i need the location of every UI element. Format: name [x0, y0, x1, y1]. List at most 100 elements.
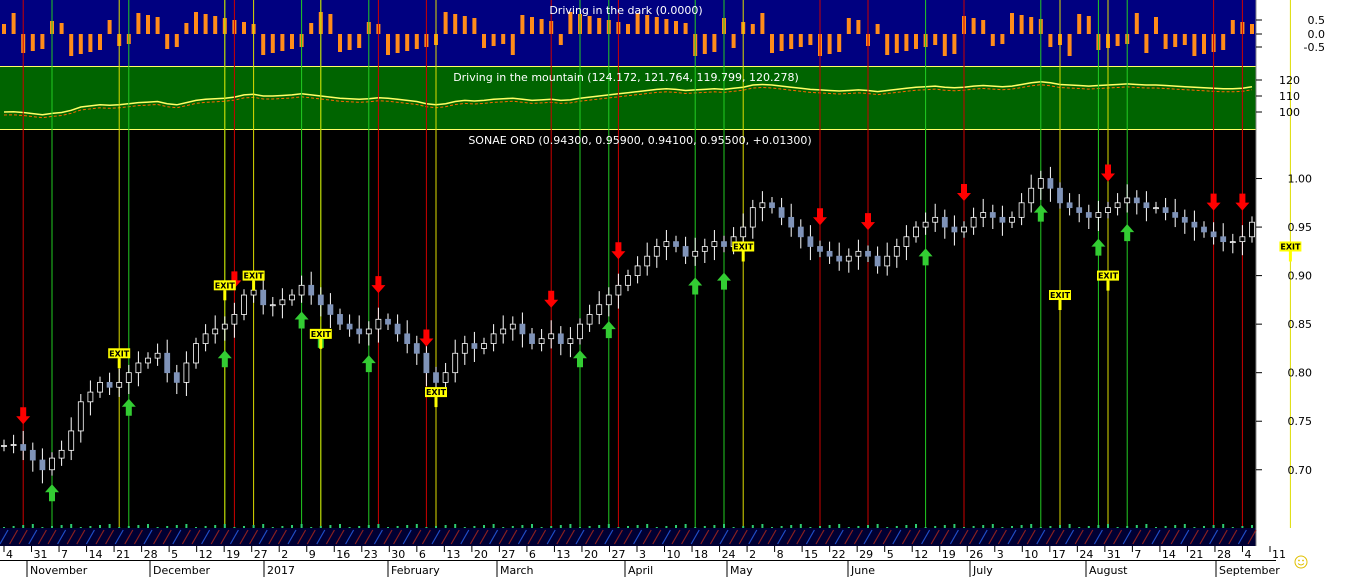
volume-bar [492, 524, 495, 528]
volume-bar [1116, 527, 1119, 528]
top-bar [347, 34, 352, 50]
exit-stem [434, 397, 438, 408]
top-bar [357, 34, 362, 48]
y-tick-label: 0.70 [1288, 464, 1313, 477]
y-tick-label: 120 [1279, 74, 1300, 87]
top-bar [174, 34, 179, 47]
candle-body [1028, 187, 1035, 204]
x-tick-label: 3 [639, 548, 646, 561]
candle-body [221, 323, 228, 330]
x-tick-label: 2 [749, 548, 756, 561]
volume-bar [607, 524, 610, 528]
volume-bar [300, 524, 303, 528]
top-bar [1029, 17, 1034, 34]
candle-body [634, 265, 641, 277]
top-bar [875, 24, 880, 34]
y-tick-label: 1.00 [1288, 173, 1313, 186]
candle-body [596, 304, 603, 315]
volume-bar [895, 526, 898, 528]
candle-body [97, 381, 103, 393]
top-bar [203, 14, 208, 34]
top-bar [1067, 34, 1072, 56]
x-tick-label: 10 [667, 548, 681, 561]
candle-body [509, 323, 516, 330]
volume-bar [799, 524, 802, 528]
volume-bar [943, 525, 946, 528]
volume-bar [982, 525, 985, 528]
candle-body [922, 221, 929, 228]
top-bar [2, 24, 6, 34]
x-tick-label: 31 [34, 548, 48, 561]
x-tick-label: 21 [1189, 548, 1203, 561]
volume-bar [262, 524, 265, 528]
candle-body [557, 333, 564, 344]
candle-body [797, 226, 804, 238]
exit-stem [319, 338, 323, 349]
candle-body [1095, 212, 1102, 218]
volume-bar [1222, 524, 1225, 528]
top-bar [1202, 34, 1206, 54]
candle-body [116, 381, 123, 388]
top-bar [405, 34, 410, 51]
top-bar [645, 15, 650, 34]
candle-body [49, 457, 55, 471]
volume-bar [934, 526, 937, 528]
volume-bar [1126, 526, 1129, 528]
volume-bar [310, 527, 313, 528]
candle-body [500, 328, 507, 335]
candle-body [442, 372, 449, 383]
candle-body [375, 318, 382, 330]
volume-bar [319, 526, 322, 528]
volume-bar [358, 526, 361, 528]
candle-body [519, 323, 526, 335]
month-label: March [500, 564, 534, 577]
y-axis-area [1256, 0, 1352, 528]
x-tick-label: 9 [309, 548, 316, 561]
candle-body [941, 216, 948, 228]
volume-bar [1068, 524, 1071, 528]
candle-body [817, 246, 823, 252]
candle-body [701, 246, 708, 252]
top-bar [213, 16, 218, 34]
volume-bar [1087, 526, 1090, 528]
candle-body [1085, 212, 1092, 218]
volume-bar [742, 526, 745, 528]
volume-bar [175, 525, 178, 528]
y-tick-label: 0.5 [1308, 14, 1326, 27]
month-label: December [153, 564, 211, 577]
top-bar [798, 34, 803, 47]
volume-bar [1001, 527, 1004, 528]
candle-body [548, 333, 555, 340]
volume-bar [1030, 524, 1033, 528]
top-bar [1230, 20, 1235, 34]
volume-bar [195, 527, 197, 528]
smiley-icon[interactable] [1294, 555, 1308, 569]
top-bar [1163, 34, 1168, 49]
exit-label: EXIT [1098, 272, 1119, 281]
volume-bar [598, 525, 601, 528]
candle-body [279, 299, 286, 306]
candle-body [365, 328, 372, 335]
exit-stem [117, 358, 121, 369]
exit-label: EXIT [244, 272, 265, 281]
y-tick-label: -0.5 [1304, 41, 1325, 54]
candle-body [567, 338, 574, 344]
top-bar [194, 12, 198, 34]
volume-bar [156, 527, 159, 528]
x-tick-label: 5 [171, 548, 178, 561]
volume-bar [271, 527, 274, 528]
main-panel-title: SONAE ORD (0.94300, 0.95900, 0.94100, 0.… [468, 134, 811, 147]
top-bar [453, 14, 458, 34]
top-bar [69, 34, 74, 56]
volume-bar [243, 526, 245, 528]
volume-bar [857, 526, 860, 528]
volume-bar [252, 525, 255, 528]
top-bar [942, 34, 947, 56]
top-bar [59, 23, 64, 34]
top-bar [280, 34, 285, 51]
candle-body [1009, 216, 1015, 223]
candle-body [145, 357, 151, 364]
top-bar [856, 20, 861, 34]
top-bar [904, 34, 909, 51]
middle-panel-title: Driving in the mountain (124.172, 121.76… [453, 71, 799, 84]
